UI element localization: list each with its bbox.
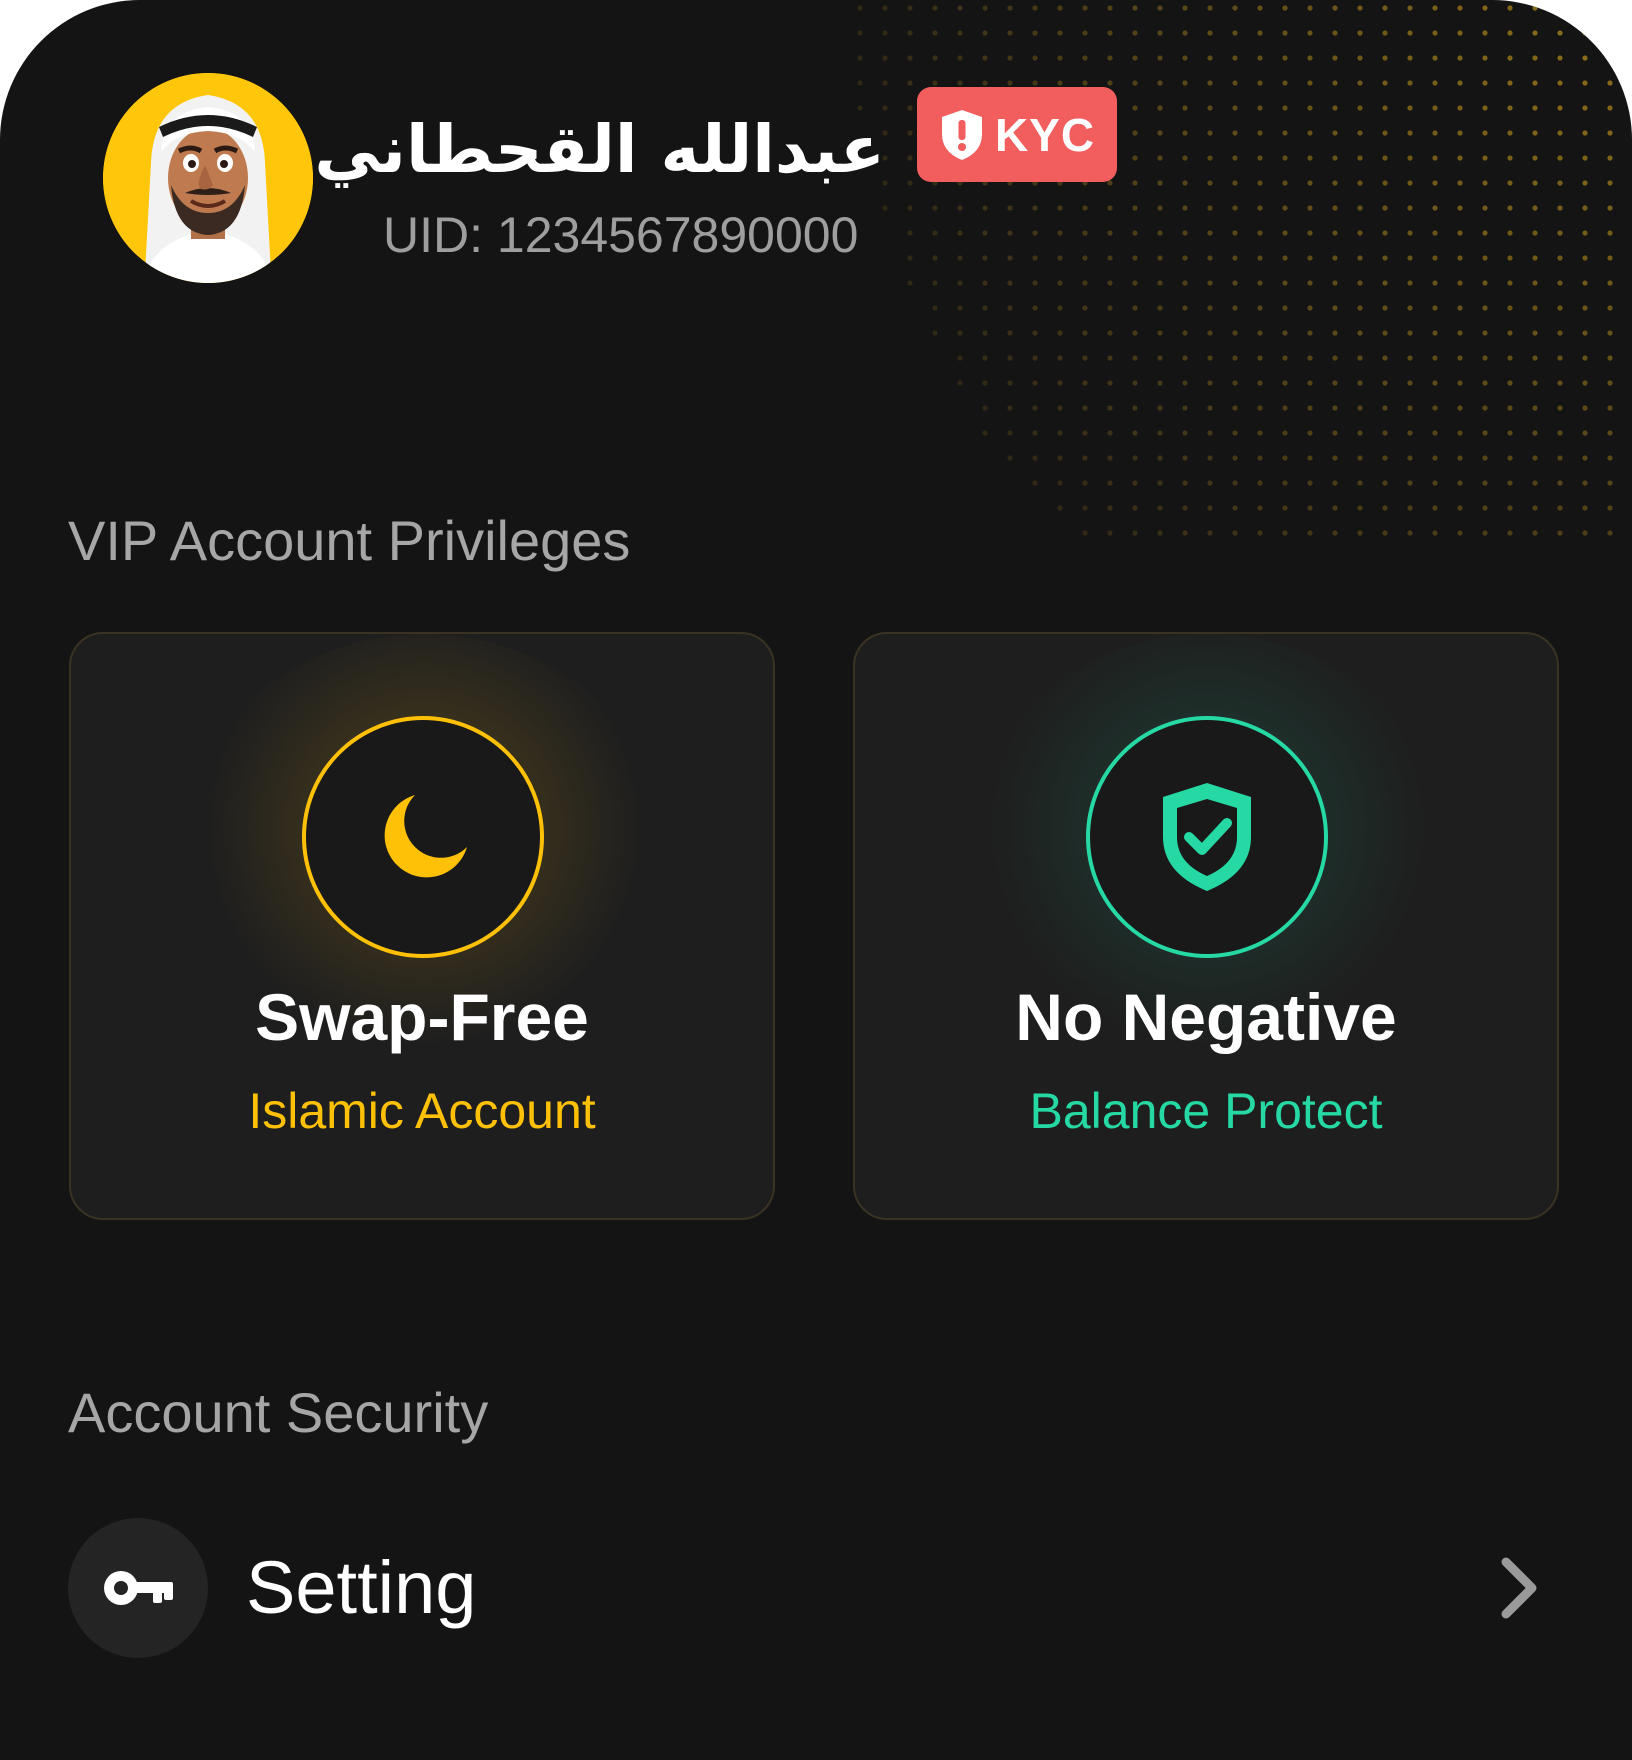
swap-free-icon-ring xyxy=(302,716,544,958)
swap-free-card[interactable]: Swap-Free Islamic Account xyxy=(69,632,775,1220)
key-icon-bubble xyxy=(68,1518,208,1658)
shield-check-icon xyxy=(1163,783,1251,891)
no-negative-card[interactable]: No Negative Balance Protect xyxy=(853,632,1559,1220)
setting-label: Setting xyxy=(246,1546,477,1629)
card-subtitle: Islamic Account xyxy=(248,1083,596,1139)
user-name: عبدالله القحطاني xyxy=(314,111,885,188)
key-icon xyxy=(104,1571,173,1605)
profile-screen: عبدالله القحطاني KYC UID: 1234567890000 … xyxy=(0,0,1632,1760)
card-title: Swap-Free xyxy=(255,980,589,1054)
kyc-badge[interactable]: KYC xyxy=(917,87,1117,182)
arab-man-avatar-icon xyxy=(103,73,313,283)
crescent-moon-icon xyxy=(384,795,467,878)
setting-row[interactable]: Setting xyxy=(68,1518,1568,1660)
kyc-label: KYC xyxy=(994,108,1096,161)
avatar[interactable] xyxy=(103,73,313,283)
shield-alert-icon xyxy=(941,109,982,160)
no-negative-icon-ring xyxy=(1086,716,1328,958)
vip-section-title: VIP Account Privileges xyxy=(68,509,631,572)
chevron-right-icon[interactable] xyxy=(1488,1556,1548,1620)
user-uid: UID: 1234567890000 xyxy=(383,207,859,263)
card-title: No Negative xyxy=(1015,980,1397,1054)
card-subtitle: Balance Protect xyxy=(1029,1083,1383,1139)
account-security-title: Account Security xyxy=(68,1381,489,1444)
